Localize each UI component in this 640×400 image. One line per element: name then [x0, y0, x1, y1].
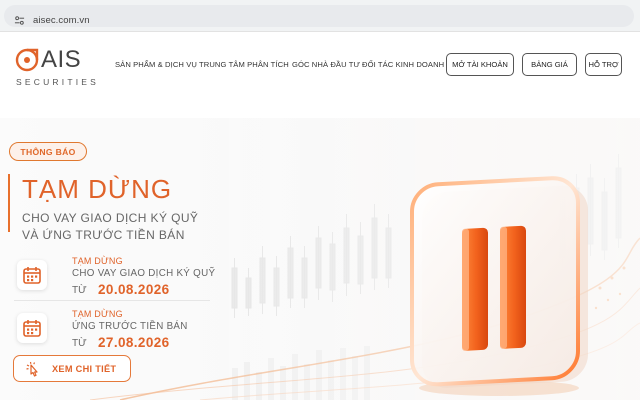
announcement-badge: THÔNG BÁO	[9, 142, 87, 161]
site-header: AIS SECURITIES SẢN PHẨM & DỊCH VỤ TRUNG …	[0, 32, 640, 118]
nav-research-center[interactable]: TRUNG TÂM PHÂN TÍCH	[199, 60, 289, 69]
pointer-click-icon	[26, 361, 38, 377]
title-accent-line	[8, 174, 10, 232]
item-2-date: 27.08.2026	[98, 335, 170, 350]
item-1-status: TẠM DỪNG	[72, 256, 123, 266]
open-account-button[interactable]: MỞ TÀI KHOẢN	[446, 53, 514, 76]
pause-icon	[410, 176, 588, 396]
nav-business-partners[interactable]: ĐỐI TÁC KINH DOANH	[362, 60, 444, 69]
view-details-button[interactable]: XEM CHI TIẾT	[13, 355, 131, 382]
logo-subtitle: SECURITIES	[16, 77, 100, 87]
item-1-from-label: TỪ	[72, 285, 87, 296]
support-button[interactable]: HỖ TRỢ	[585, 53, 622, 76]
url-field[interactable]: aisec.com.vn	[4, 5, 634, 27]
hero-title: TẠM DỪNG	[22, 174, 173, 204]
view-details-label: XEM CHI TIẾT	[52, 364, 117, 374]
price-board-button[interactable]: BẢNG GIÁ	[522, 53, 577, 76]
nav-investor-corner[interactable]: GÓC NHÀ ĐẦU TƯ	[292, 60, 360, 69]
hero-subtitle-line-1: CHO VAY GIAO DỊCH KÝ QUỸ	[22, 211, 199, 225]
nav-products-services[interactable]: SẢN PHẨM & DỊCH VỤ	[115, 60, 197, 69]
item-2-from-label: TỪ	[72, 338, 87, 349]
item-2-status: TẠM DỪNG	[72, 309, 123, 319]
announcement-banner: THÔNG BÁO TẠM DỪNG CHO VAY GIAO DỊCH KÝ …	[0, 118, 640, 400]
site-settings-icon[interactable]	[14, 15, 25, 26]
hero-subtitle-line-2: VÀ ỨNG TRƯỚC TIỀN BÁN	[22, 228, 185, 242]
item-1-date: 20.08.2026	[98, 282, 170, 297]
items-divider	[14, 300, 210, 301]
item-1-service: CHO VAY GIAO DỊCH KÝ QUỸ	[72, 268, 216, 279]
calendar-icon	[17, 313, 47, 343]
browser-address-bar: aisec.com.vn	[0, 0, 640, 32]
item-2-service: ỨNG TRƯỚC TIỀN BÁN	[72, 321, 188, 332]
calendar-icon	[17, 260, 47, 290]
logo-wordmark: AIS	[41, 46, 82, 73]
url-text[interactable]: aisec.com.vn	[33, 15, 90, 26]
logo-mark-icon	[15, 48, 39, 72]
ais-logo[interactable]: AIS SECURITIES	[14, 44, 100, 94]
